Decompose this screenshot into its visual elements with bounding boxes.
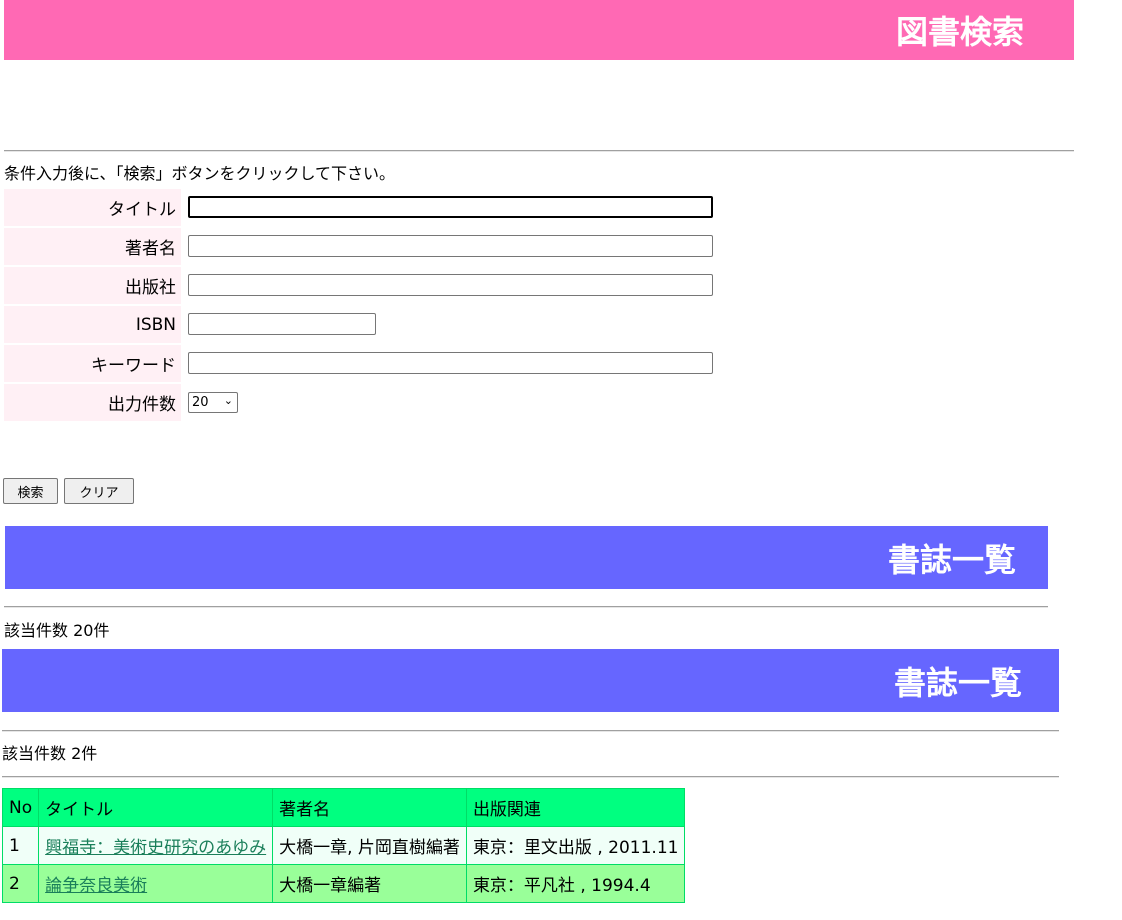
- column-header-author: 著者名: [272, 788, 467, 827]
- isbn-label: ISBN: [4, 306, 181, 343]
- keyword-label: キーワード: [4, 345, 181, 382]
- count-select[interactable]: 20 ⌄: [188, 392, 238, 413]
- divider: [4, 606, 1048, 608]
- author-input[interactable]: [188, 235, 713, 257]
- cell-no: 1: [1, 826, 40, 865]
- cell-author: 大橋一章編著: [272, 864, 467, 903]
- results-header-2: 書誌一覧: [2, 649, 1059, 712]
- results-title-2: 書誌一覧: [893, 663, 1022, 702]
- table-row: 1 興福寺：美術史研究のあゆみ 大橋一章, 片岡直樹編著 東京：里文出版 , 2…: [1, 826, 686, 865]
- publisher-label: 出版社: [4, 267, 181, 304]
- cell-author: 大橋一章, 片岡直樹編著: [272, 826, 467, 865]
- results-header-1: 書誌一覧: [5, 526, 1048, 589]
- title-label: タイトル: [4, 189, 181, 226]
- cell-publication: 東京：平凡社 , 1994.4: [465, 864, 686, 903]
- count-select-value: 20: [192, 395, 209, 410]
- isbn-input[interactable]: [188, 313, 376, 335]
- column-header-title: タイトル: [38, 788, 274, 827]
- cell-publication: 東京：里文出版 , 2011.11: [465, 826, 686, 865]
- clear-button[interactable]: クリア: [64, 478, 134, 504]
- divider: [2, 776, 1059, 778]
- divider: [2, 730, 1059, 732]
- column-header-no: No: [1, 788, 40, 827]
- cell-title: 論争奈良美術: [38, 864, 274, 903]
- search-instruction: 条件入力後に、「検索」ボタンをクリックして下さい。: [4, 164, 396, 183]
- keyword-input[interactable]: [188, 352, 713, 374]
- results-count-1: 該当件数 20件: [4, 621, 110, 640]
- book-title-link[interactable]: 論争奈良美術: [45, 876, 147, 896]
- title-input[interactable]: [188, 196, 713, 218]
- page-header: 図書検索: [4, 0, 1074, 60]
- table-row: 2 論争奈良美術 大橋一章編著 東京：平凡社 , 1994.4: [1, 864, 686, 903]
- publisher-input[interactable]: [188, 274, 713, 296]
- cell-no: 2: [1, 864, 40, 903]
- divider: [4, 150, 1074, 152]
- count-label: 出力件数: [4, 384, 181, 421]
- results-table: No タイトル 著者名 出版関連 1 興福寺：美術史研究のあゆみ 大橋一章, 片…: [1, 788, 686, 903]
- page-title: 図書検索: [895, 13, 1024, 51]
- cell-title: 興福寺：美術史研究のあゆみ: [38, 826, 274, 865]
- author-label: 著者名: [4, 228, 181, 265]
- results-title-1: 書誌一覧: [887, 540, 1016, 579]
- chevron-down-icon: ⌄: [223, 394, 233, 407]
- column-header-publication: 出版関連: [465, 788, 686, 827]
- book-title-link[interactable]: 興福寺：美術史研究のあゆみ: [45, 838, 266, 858]
- search-button[interactable]: 検索: [3, 478, 58, 504]
- results-count-2: 該当件数 2件: [2, 744, 98, 763]
- table-header-row: No タイトル 著者名 出版関連: [1, 788, 686, 827]
